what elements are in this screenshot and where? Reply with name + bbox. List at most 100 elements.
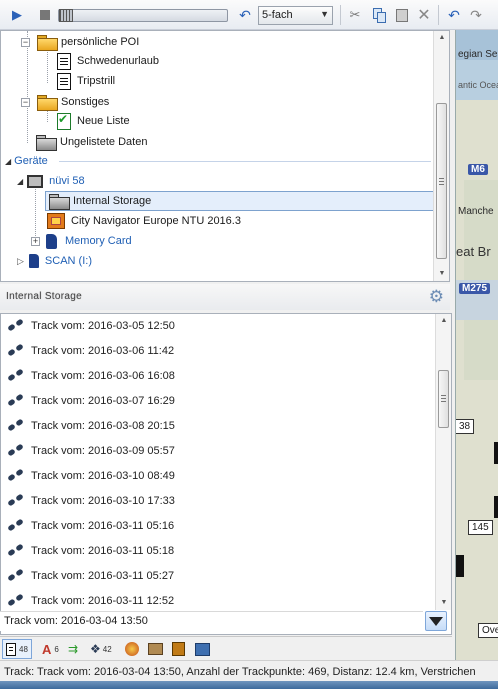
footsteps-icon <box>7 393 27 409</box>
redo-icon[interactable]: ↷ <box>467 6 485 24</box>
tree-scrollbar[interactable]: ▲ ▼ <box>433 31 449 281</box>
track-label: Track vom: 2016-03-10 17:33 <box>31 495 175 507</box>
library-tree: − persönliche POI Schwedenurlaub Tripstr… <box>0 30 450 282</box>
package-icon <box>172 642 185 656</box>
tree-item-memory-card[interactable]: + Memory Card <box>31 231 132 251</box>
category-tabs: 48 A 6 ⇉ ❖ 42 <box>0 636 452 660</box>
track-row[interactable]: Track vom: 2016-03-08 20:15 <box>7 416 175 436</box>
folder-icon <box>36 94 58 111</box>
track-row[interactable]: Track vom: 2016-03-11 12:52 <box>7 591 174 611</box>
track-label: Track vom: 2016-03-08 20:15 <box>31 420 175 432</box>
track-label: Track vom: 2016-03-06 11:42 <box>31 345 175 357</box>
folder-icon <box>48 193 70 210</box>
track-label: Track vom: 2016-03-09 05:57 <box>31 445 175 457</box>
undo-icon[interactable]: ↶ <box>445 6 463 24</box>
tree-item-schwedenurlaub[interactable]: Schwedenurlaub <box>57 51 159 71</box>
selected-track-field[interactable]: Track vom: 2016-03-04 13:50 <box>0 611 423 631</box>
cut-icon[interactable]: ✂ <box>346 6 364 24</box>
playback-slider-thumb[interactable] <box>59 9 73 22</box>
play-icon[interactable]: ▶ <box>8 6 26 24</box>
chevron-down-icon: ▼ <box>320 9 329 19</box>
tree-item-persoenliche-poi[interactable]: − persönliche POI <box>21 32 139 52</box>
tab-waypoints[interactable]: ⇉ <box>68 639 80 659</box>
geocache-icon <box>125 642 139 656</box>
scroll-down-icon[interactable]: ▼ <box>436 596 451 610</box>
tab-tracks[interactable]: 48 <box>2 639 32 659</box>
scroll-up-icon[interactable]: ▲ <box>436 314 451 328</box>
track-row[interactable]: Track vom: 2016-03-06 16:08 <box>7 366 175 386</box>
footsteps-icon <box>7 318 27 334</box>
section-devices[interactable]: ◢ Geräte <box>5 151 48 171</box>
tab-gallery[interactable] <box>195 639 210 659</box>
collapse-triangle-icon[interactable]: ◢ <box>5 157 11 166</box>
track-row[interactable]: Track vom: 2016-03-09 05:57 <box>7 441 175 461</box>
collapse-icon[interactable]: − <box>21 37 30 47</box>
track-scrollbar-thumb[interactable] <box>438 370 449 428</box>
gear-icon[interactable]: ⚙ <box>429 287 444 307</box>
tab-routes[interactable]: A 6 <box>42 639 59 659</box>
stop-icon[interactable] <box>36 6 54 24</box>
route-icon: A <box>42 641 52 657</box>
paste-icon[interactable] <box>393 6 411 24</box>
footsteps-icon <box>7 593 27 609</box>
tab-geocache[interactable] <box>125 639 139 659</box>
speed-select[interactable]: 5-fach ▼ <box>258 6 333 25</box>
section-divider <box>59 161 431 162</box>
delete-icon[interactable]: ✕ <box>415 6 433 24</box>
tree-item-label: persönliche POI <box>61 36 140 48</box>
tree-item-tripstrill[interactable]: Tripstrill <box>57 71 115 91</box>
footsteps-icon <box>7 568 27 584</box>
expand-triangle-icon[interactable]: ▷ <box>17 256 24 267</box>
status-text: Track: Track vom: 2016-03-04 13:50, Anza… <box>4 666 476 678</box>
track-row[interactable]: Track vom: 2016-03-11 05:27 <box>7 566 174 586</box>
tab-photos[interactable] <box>148 639 163 659</box>
filter-icon <box>429 616 443 626</box>
device-name: nüvi 58 <box>49 175 85 187</box>
collapse-triangle-icon[interactable]: ◢ <box>17 177 23 186</box>
map-view[interactable]: egian Sea antic Ocean M6 Manche eat Br M… <box>455 30 498 660</box>
memory-card-icon <box>46 233 57 249</box>
storage-title: Internal Storage <box>6 291 82 302</box>
tree-item-sonstiges[interactable]: − Sonstiges <box>21 92 109 112</box>
tab-packages[interactable] <box>172 639 185 659</box>
tree-scrollbar-thumb[interactable] <box>436 103 447 259</box>
track-row[interactable]: Track vom: 2016-03-11 05:16 <box>7 516 174 536</box>
tab-footsteps[interactable]: ❖ 42 <box>90 639 112 659</box>
track-row[interactable]: Track vom: 2016-03-11 05:18 <box>7 541 174 561</box>
checked-document-icon: ✔ <box>57 112 71 130</box>
tree-item-city-navigator[interactable]: City Navigator Europe NTU 2016.3 <box>47 211 241 231</box>
map-button[interactable]: Ove <box>478 623 498 638</box>
collapse-icon[interactable]: − <box>21 97 30 107</box>
track-row[interactable]: Track vom: 2016-03-10 17:33 <box>7 491 175 511</box>
footsteps-icon <box>7 368 27 384</box>
expand-icon[interactable]: + <box>31 236 40 246</box>
map-label: egian Sea <box>458 49 498 60</box>
copy-icon[interactable] <box>370 6 388 24</box>
folder-icon <box>36 34 58 51</box>
playback-slider[interactable] <box>58 9 228 22</box>
tree-item-internal-storage[interactable]: Internal Storage <box>45 191 435 211</box>
tree-item-label: Internal Storage <box>73 195 152 207</box>
scroll-up-icon[interactable]: ▲ <box>434 31 449 45</box>
track-row[interactable]: Track vom: 2016-03-05 12:50 <box>7 316 175 336</box>
scroll-down-icon[interactable]: ▼ <box>434 267 449 281</box>
toolbar: ▶ ↶ 5-fach ▼ ✂ ✕ ↶ ↷ <box>0 0 498 30</box>
tab-count: 42 <box>102 644 112 654</box>
tree-item-ungelistete-daten[interactable]: Ungelistete Daten <box>35 132 147 152</box>
track-row[interactable]: Track vom: 2016-03-06 11:42 <box>7 341 174 361</box>
map-label: antic Ocean <box>458 80 498 90</box>
track-row[interactable]: Track vom: 2016-03-10 08:49 <box>7 466 175 486</box>
storage-header: Internal Storage ⚙ <box>0 284 450 310</box>
tree-item-neue-liste[interactable]: ✔ Neue Liste <box>57 111 130 131</box>
track-row[interactable]: Track vom: 2016-03-07 16:29 <box>7 391 175 411</box>
drive-icon <box>28 254 39 268</box>
rewind-icon[interactable]: ↶ <box>236 6 254 24</box>
tree-item-scan-drive[interactable]: ▷ SCAN (I:) <box>17 251 92 271</box>
track-label: Track vom: 2016-03-11 05:18 <box>31 545 175 557</box>
footsteps-icon: ❖ <box>90 642 101 656</box>
tree-item-label: Ungelistete Daten <box>60 136 148 148</box>
footsteps-icon <box>7 468 27 484</box>
track-list-scrollbar[interactable]: ▲ ▼ <box>435 314 451 610</box>
tree-item-device[interactable]: ◢ nüvi 58 <box>17 171 85 191</box>
filter-button[interactable] <box>425 611 447 631</box>
